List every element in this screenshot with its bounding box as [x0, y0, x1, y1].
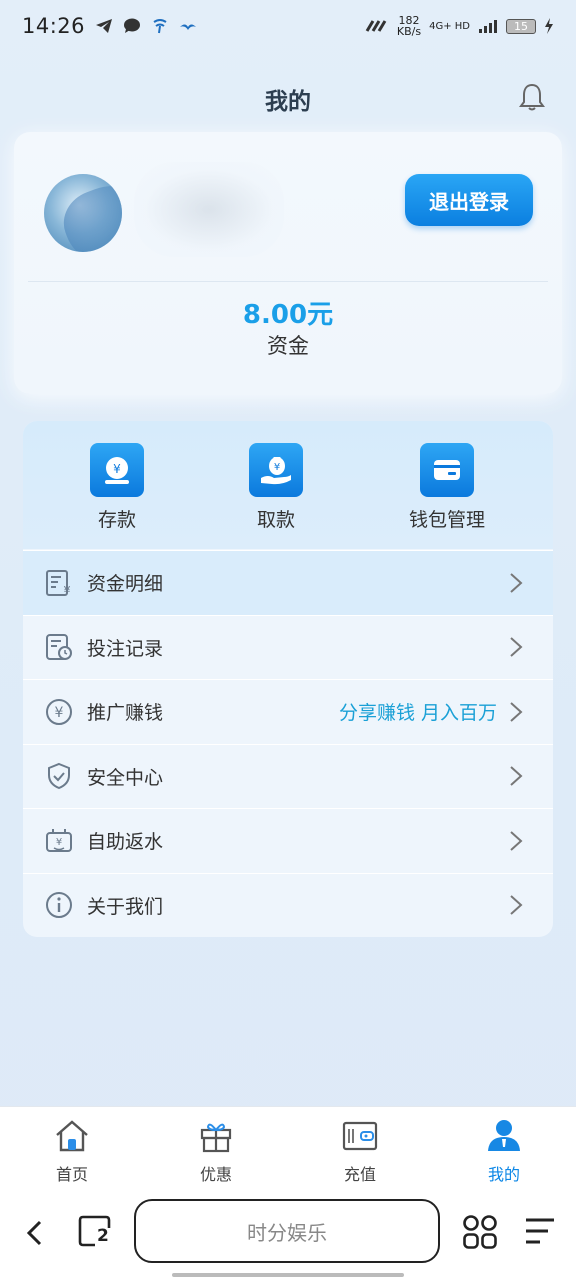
fund-details-icon: ¥	[43, 567, 75, 599]
balance-amount: 8.00元	[242, 300, 334, 330]
menu-item-fund-details[interactable]: ¥ 资金明细	[23, 550, 553, 615]
promo-text: 分享赚钱 月入百万	[338, 702, 497, 725]
deposit-icon: ¥	[90, 443, 144, 497]
chevron-right-icon	[510, 766, 523, 786]
nfc-signal-icon	[365, 20, 387, 32]
account-menu-card: ¥ 存款 ¥ 取款 钱包管理 ¥ 资金明细 投注记录 ¥ 推广赚钱 分享赚钱 月…	[23, 421, 553, 937]
gift-icon	[200, 1123, 232, 1153]
signal-bars-icon	[479, 20, 497, 33]
carrier-icon	[153, 19, 167, 34]
menu-item-self-rebate[interactable]: ¥ 自助返水	[23, 808, 553, 873]
recharge-wallet-icon	[342, 1121, 378, 1151]
logout-button[interactable]: 退出登录	[405, 174, 533, 226]
bet-record-icon	[43, 631, 75, 663]
charging-icon	[545, 18, 553, 34]
chevron-right-icon	[510, 831, 523, 851]
menu-item-bet-records[interactable]: 投注记录	[23, 614, 553, 680]
address-bar[interactable]: 时分娱乐	[134, 1199, 440, 1263]
network-type: 4G+ HD	[429, 20, 470, 32]
username-obscured	[134, 162, 284, 257]
svg-text:¥: ¥	[274, 462, 280, 473]
menu-list: ¥ 资金明细 投注记录 ¥ 推广赚钱 分享赚钱 月入百万 安全中心 ¥ 自助返水…	[23, 550, 553, 937]
status-bar: 14:26 182 KB/s 4G+ HD 15	[0, 0, 576, 52]
chevron-right-icon	[510, 637, 523, 657]
chat-bubble-icon	[124, 18, 141, 33]
grid-apps-icon[interactable]	[462, 1214, 498, 1250]
divider	[28, 281, 548, 282]
user-icon	[488, 1120, 520, 1151]
status-time: 14:26	[22, 14, 86, 38]
avatar-image	[55, 174, 122, 252]
balance-label: 资金	[267, 334, 309, 358]
tab-promotions[interactable]: 优惠	[180, 1117, 252, 1185]
menu-item-promote-earn[interactable]: ¥ 推广赚钱 分享赚钱 月入百万	[23, 679, 553, 744]
chevron-right-icon	[510, 573, 523, 593]
battery-indicator: 15	[506, 18, 536, 34]
browser-toolbar: 2 时分娱乐	[0, 1192, 576, 1280]
bottom-tab-bar: 首页 优惠 充值 我的	[0, 1106, 576, 1192]
withdraw-icon: ¥	[249, 443, 303, 497]
tabs-button[interactable]: 2	[78, 1214, 112, 1248]
tab-count: 2	[97, 1226, 109, 1246]
chevron-right-icon	[510, 895, 523, 915]
deposit-action[interactable]: ¥ 存款	[57, 443, 177, 532]
wallet-management-action[interactable]: 钱包管理	[387, 443, 507, 532]
chevron-right-icon	[510, 702, 523, 722]
info-icon	[43, 889, 75, 921]
menu-item-security-center[interactable]: 安全中心	[23, 743, 553, 809]
menu-lines-icon[interactable]	[524, 1216, 556, 1246]
withdraw-action[interactable]: ¥ 取款	[216, 443, 336, 532]
profile-card: 退出登录 8.00元 资金	[14, 132, 562, 394]
tab-mine[interactable]: 我的	[468, 1117, 540, 1185]
svg-text:¥: ¥	[55, 705, 64, 721]
quick-actions: ¥ 存款 ¥ 取款 钱包管理	[23, 421, 553, 549]
avatar[interactable]	[44, 174, 122, 252]
home-indicator	[172, 1273, 404, 1277]
back-arrow-icon[interactable]	[22, 1218, 48, 1248]
svg-text:¥: ¥	[113, 462, 121, 476]
page-title: 我的	[265, 89, 311, 115]
telegram-icon	[96, 19, 113, 33]
rebate-icon: ¥	[43, 825, 75, 857]
tab-recharge[interactable]: 充值	[324, 1117, 396, 1185]
svg-text:¥: ¥	[64, 584, 71, 597]
bird-icon	[180, 24, 197, 30]
yen-circle-icon: ¥	[43, 696, 75, 728]
home-icon	[56, 1120, 88, 1152]
bell-icon[interactable]	[518, 82, 546, 112]
svg-text:¥: ¥	[56, 837, 62, 848]
shield-check-icon	[43, 760, 75, 792]
menu-item-about-us[interactable]: 关于我们	[23, 872, 553, 938]
wallet-card-icon	[420, 443, 474, 497]
network-speed: 182 KB/s	[396, 14, 422, 38]
tab-home[interactable]: 首页	[36, 1117, 108, 1185]
